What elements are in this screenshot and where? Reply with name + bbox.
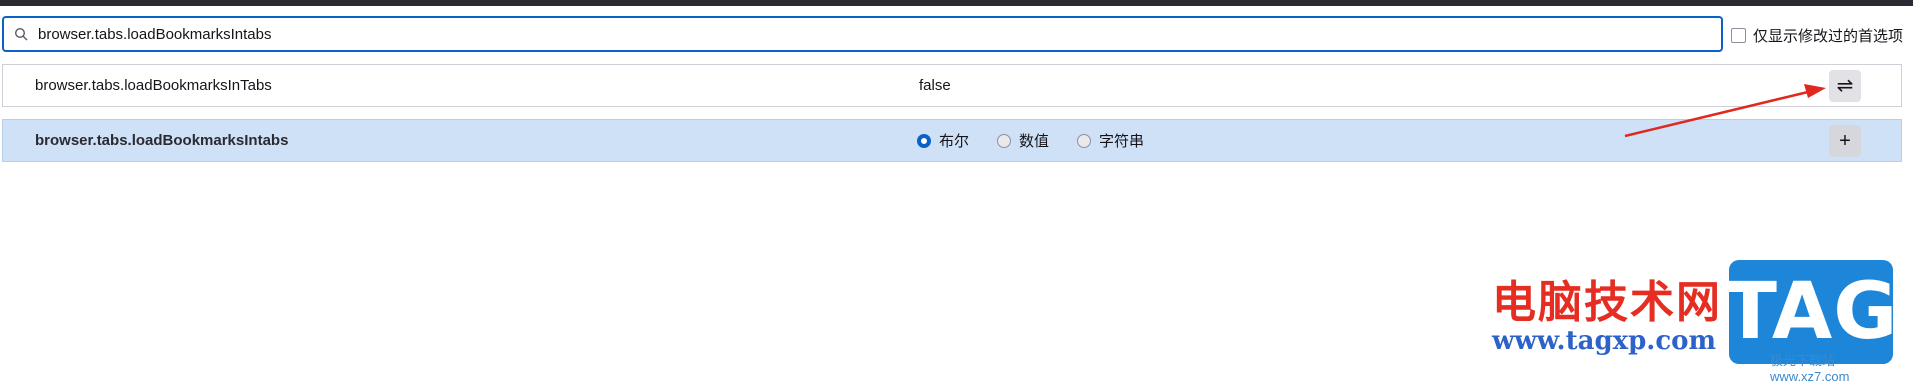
search-input[interactable]: browser.tabs.loadBookmarksIntabs — [2, 16, 1723, 52]
pref-value: false — [919, 77, 951, 94]
window-top-bar — [0, 0, 1913, 6]
radio-string[interactable]: 字符串 — [1077, 130, 1144, 151]
pref-name: browser.tabs.loadBookmarksInTabs — [35, 77, 272, 94]
toggle-button[interactable]: ⇌ — [1829, 70, 1861, 102]
watermark-logo: TAG — [1724, 260, 1897, 364]
modified-only-filter[interactable]: 仅显示修改过的首选项 — [1731, 24, 1903, 46]
modified-only-checkbox[interactable] — [1731, 27, 1746, 43]
watermark-url: www.tagxp.com — [1492, 326, 1717, 356]
new-pref-name: browser.tabs.loadBookmarksIntabs — [35, 132, 289, 149]
radio-string-label: 字符串 — [1099, 133, 1145, 150]
pref-type-radio-group: 布尔 数值 字符串 — [917, 120, 1172, 161]
radio-number-dot[interactable] — [997, 133, 1012, 148]
toggle-arrows-icon: ⇌ — [1836, 75, 1854, 97]
radio-boolean-dot[interactable] — [917, 133, 931, 148]
watermark-text: 电脑技术网 — [1492, 277, 1722, 328]
radio-string-dot[interactable] — [1077, 133, 1092, 148]
pref-row-existing: browser.tabs.loadBookmarksInTabs false ⇌ — [2, 64, 1902, 107]
radio-number-label: 数值 — [1019, 133, 1050, 150]
search-icon — [4, 27, 38, 41]
plus-icon: + — [1839, 130, 1851, 152]
radio-boolean[interactable]: 布尔 — [917, 130, 969, 151]
search-input-value: browser.tabs.loadBookmarksIntabs — [38, 25, 272, 43]
radio-boolean-label: 布尔 — [939, 133, 970, 150]
modified-only-label: 仅显示修改过的首选项 — [1753, 27, 1904, 45]
pref-row-new: browser.tabs.loadBookmarksIntabs 布尔 数值 字… — [2, 119, 1902, 162]
add-button[interactable]: + — [1829, 125, 1861, 157]
radio-number[interactable]: 数值 — [997, 130, 1049, 151]
